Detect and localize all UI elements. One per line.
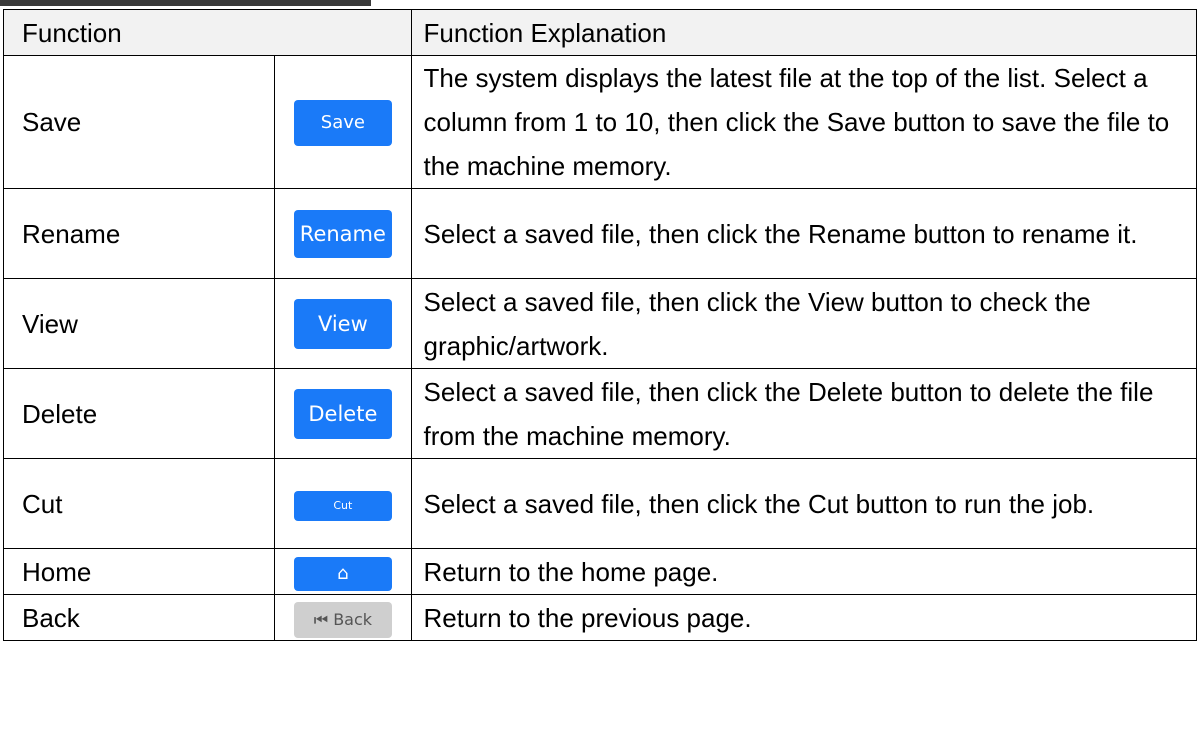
function-name-back: Back	[2, 594, 276, 641]
explanation-save: The system displays the latest file at t…	[410, 55, 1197, 189]
explanation-view: Select a saved file, then click the View…	[410, 278, 1197, 369]
explanation-rename: Select a saved file, then click the Rena…	[410, 188, 1197, 279]
button-cell: Rename	[274, 188, 412, 279]
function-name-rename: Rename	[2, 188, 276, 279]
delete-button[interactable]: Delete	[293, 388, 392, 439]
table-header-row: Function Function Explanation	[3, 9, 1197, 56]
header-function: Function	[3, 9, 412, 56]
button-cell: ⏮ Back	[274, 594, 412, 641]
table-row: Cut Cut Select a saved file, then click …	[2, 458, 1197, 549]
button-cell: Cut	[274, 458, 412, 549]
function-name-save: Save	[2, 55, 276, 189]
table-row: Back ⏮ Back Return to the previous page.	[2, 594, 1197, 641]
table-row: Delete Delete Select a saved file, then …	[2, 368, 1197, 459]
table-row: Rename Rename Select a saved file, then …	[2, 188, 1197, 279]
button-cell: View	[274, 278, 412, 369]
function-name-home: Home	[2, 548, 276, 595]
explanation-cut: Select a saved file, then click the Cut …	[410, 458, 1197, 549]
table-row: Save Save The system displays the latest…	[2, 55, 1197, 189]
home-button[interactable]: ⌂	[293, 556, 392, 591]
explanation-home: Return to the home page.	[410, 548, 1197, 595]
function-name-view: View	[2, 278, 276, 369]
header-function-explanation: Function Explanation	[410, 9, 1197, 56]
skip-back-icon: ⏮	[313, 609, 329, 629]
top-bar	[0, 0, 371, 6]
table-row: View View Select a saved file, then clic…	[2, 278, 1197, 369]
rename-button[interactable]: Rename	[293, 209, 392, 258]
table-row: Home ⌂ Return to the home page.	[2, 548, 1197, 595]
explanation-back: Return to the previous page.	[410, 594, 1197, 641]
button-cell: ⌂	[274, 548, 412, 595]
save-button[interactable]: Save	[293, 99, 392, 146]
explanation-delete: Select a saved file, then click the Dele…	[410, 368, 1197, 459]
button-cell: Save	[274, 55, 412, 189]
function-name-cut: Cut	[2, 458, 276, 549]
view-button[interactable]: View	[293, 298, 392, 349]
function-table: Function Function Explanation Save Save …	[2, 9, 1197, 641]
back-button[interactable]: ⏮ Back	[293, 601, 392, 638]
home-icon: ⌂	[337, 562, 349, 584]
button-cell: Delete	[274, 368, 412, 459]
function-name-delete: Delete	[2, 368, 276, 459]
back-button-label: Back	[333, 609, 373, 629]
cut-button[interactable]: Cut	[293, 490, 392, 521]
